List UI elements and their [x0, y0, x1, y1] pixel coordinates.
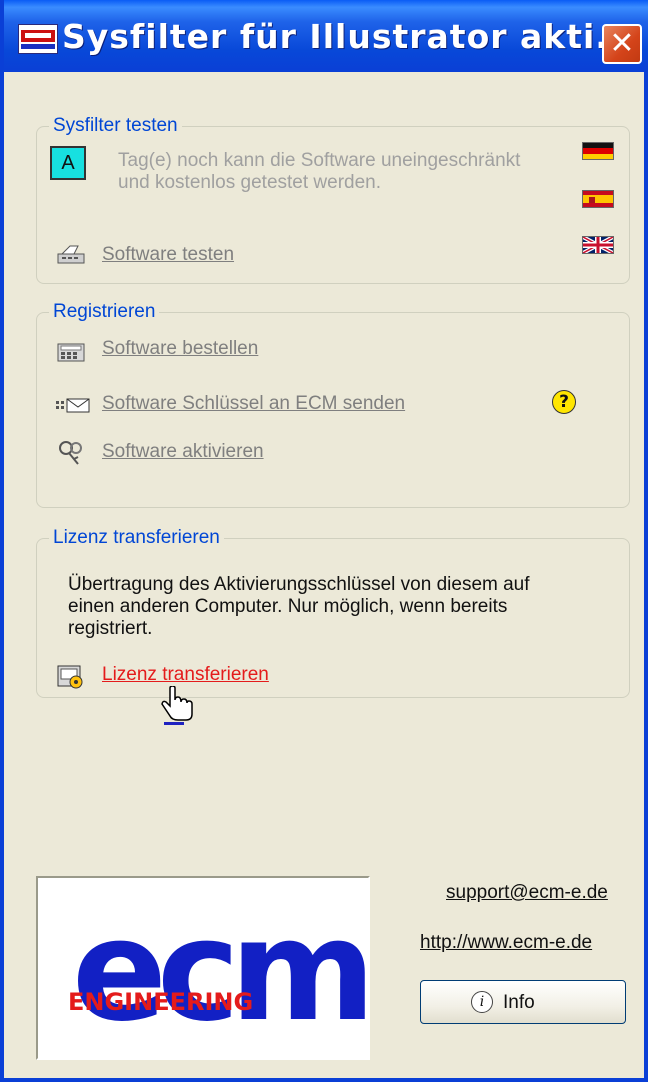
close-button[interactable]: ✕	[602, 24, 642, 64]
order-software-link[interactable]: Software bestellen	[102, 338, 258, 360]
app-icon	[18, 24, 58, 54]
window-title: Sysfilter für Illustrator akti...	[62, 17, 636, 56]
logo-subtext: ENGINEERING	[68, 988, 254, 1016]
activate-key-icon[interactable]	[56, 440, 88, 465]
info-button-label: Info	[503, 992, 535, 1013]
es-flag-icon[interactable]	[582, 190, 614, 208]
order-software-icon[interactable]	[56, 340, 88, 364]
de-flag-icon[interactable]	[582, 142, 614, 160]
test-group-legend: Sysfilter testen	[49, 115, 182, 137]
transfer-license-link[interactable]: Lizenz transferieren	[102, 664, 269, 686]
transfer-description: Übertragung des Aktivierungsschlüssel vo…	[68, 574, 530, 639]
activate-software-link[interactable]: Software aktivieren	[102, 441, 264, 463]
transfer-group-legend: Lizenz transferieren	[49, 527, 224, 549]
trial-days-badge: A	[50, 146, 86, 180]
title-bar[interactable]: Sysfilter für Illustrator akti... ✕	[4, 0, 648, 72]
logo-text: ecm	[72, 890, 368, 1053]
transfer-license-icon[interactable]	[56, 664, 88, 689]
test-software-link[interactable]: Software testen	[102, 244, 234, 266]
register-group-legend: Registrieren	[49, 301, 160, 323]
support-email-link[interactable]: support@ecm-e.de	[446, 882, 608, 904]
website-link[interactable]: http://www.ecm-e.de	[420, 932, 592, 954]
send-key-link[interactable]: Software Schlüssel an ECM senden	[102, 393, 405, 415]
hand-cursor-icon	[160, 685, 196, 726]
info-icon: i	[471, 991, 493, 1013]
ecm-logo: ecm ENGINEERING	[36, 876, 370, 1060]
trial-description: Tag(e) noch kann die Software uneingesch…	[118, 150, 521, 193]
info-button[interactable]: i Info	[420, 980, 626, 1024]
question-help-icon[interactable]: ?	[552, 390, 576, 414]
send-key-icon[interactable]	[56, 393, 90, 417]
uk-flag-icon[interactable]	[582, 236, 614, 254]
dialog-window: Sysfilter für Illustrator akti... ✕ Sysf…	[0, 0, 648, 1082]
test-software-icon[interactable]	[56, 242, 88, 266]
